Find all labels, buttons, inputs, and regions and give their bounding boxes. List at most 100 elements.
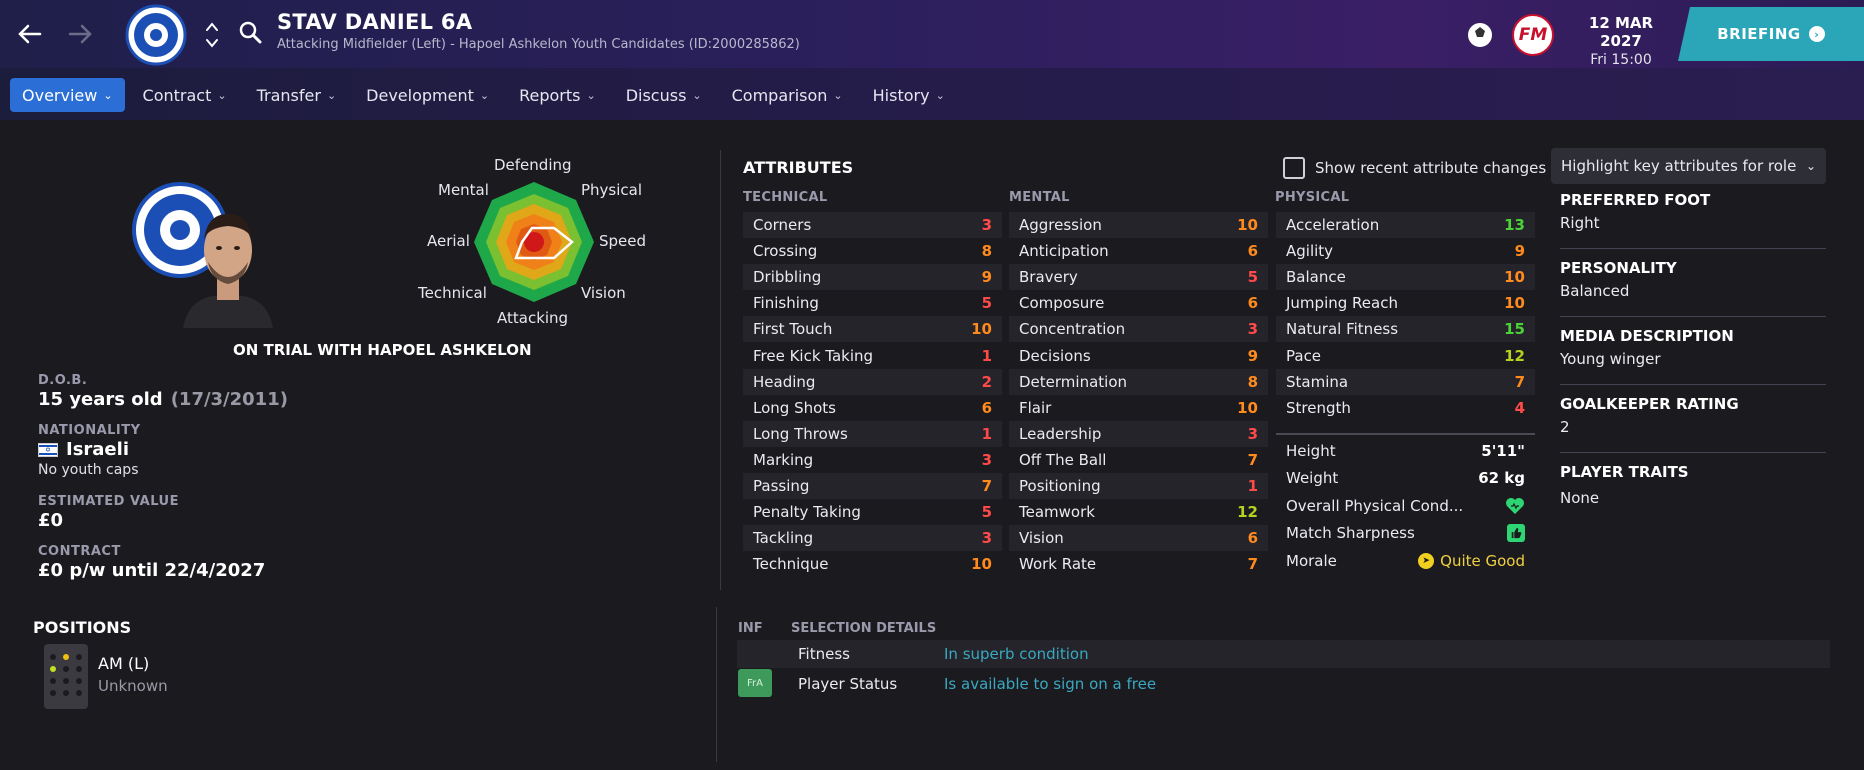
attribute-row[interactable]: Stamina 7 bbox=[1276, 368, 1535, 395]
attribute-row[interactable]: Pace 12 bbox=[1276, 342, 1535, 368]
search-icon[interactable] bbox=[238, 20, 264, 46]
attribute-value: 10 bbox=[1504, 294, 1525, 313]
attribute-name: Decisions bbox=[1019, 346, 1091, 365]
football-icon[interactable] bbox=[1466, 21, 1494, 49]
position-familiarity: Unknown bbox=[98, 677, 168, 695]
attribute-row[interactable]: Off The Ball 7 bbox=[1009, 447, 1268, 473]
attribute-row[interactable]: Corners 3 bbox=[743, 212, 1002, 239]
attribute-value: 9 bbox=[981, 268, 992, 287]
attribute-name: Determination bbox=[1019, 372, 1128, 391]
attribute-row[interactable]: Vision 6 bbox=[1009, 525, 1268, 552]
attribute-value: 1 bbox=[1247, 476, 1258, 495]
condition-row[interactable]: Overall Physical Cond... bbox=[1276, 492, 1535, 520]
attribute-row[interactable]: Long Shots 6 bbox=[743, 395, 1002, 421]
attribute-value: 6 bbox=[981, 398, 992, 417]
attribute-row[interactable]: Natural Fitness 15 bbox=[1276, 316, 1535, 343]
attribute-row[interactable]: Tackling 3 bbox=[743, 525, 1002, 552]
attribute-name: Free Kick Taking bbox=[753, 346, 874, 365]
attribute-row[interactable]: Teamwork 12 bbox=[1009, 499, 1268, 525]
checkbox[interactable] bbox=[1283, 157, 1305, 179]
attribute-row[interactable]: Aggression 10 bbox=[1009, 212, 1268, 239]
fm-logo[interactable]: FM bbox=[1512, 14, 1554, 56]
attribute-row[interactable]: Acceleration 13 bbox=[1276, 212, 1535, 239]
attribute-row[interactable]: Long Throws 1 bbox=[743, 420, 1002, 447]
attribute-name: Crossing bbox=[753, 242, 818, 261]
attribute-row[interactable]: Dribbling 9 bbox=[743, 264, 1002, 291]
attribute-row[interactable]: Balance 10 bbox=[1276, 264, 1535, 291]
player-traits: PLAYER TRAITS None bbox=[1560, 463, 1826, 507]
attribute-value: 10 bbox=[1237, 216, 1258, 235]
fitness-value[interactable]: In superb condition bbox=[944, 645, 1089, 663]
attribute-row[interactable]: Work Rate 7 bbox=[1009, 551, 1268, 577]
show-changes-toggle[interactable]: Show recent attribute changes bbox=[1283, 157, 1546, 179]
divider bbox=[1560, 316, 1826, 317]
attribute-row[interactable]: Technique 10 bbox=[743, 551, 1002, 577]
player-traits-value: None bbox=[1560, 489, 1600, 507]
attribute-row[interactable]: Jumping Reach 10 bbox=[1276, 290, 1535, 316]
attribute-row[interactable]: Strength 4 bbox=[1276, 395, 1535, 421]
tab-comparison[interactable]: Comparison ⌄ bbox=[720, 78, 855, 112]
chevron-down-icon: ⌄ bbox=[103, 88, 113, 102]
mental-header: MENTAL bbox=[1009, 190, 1070, 205]
nationality-value: Israeli bbox=[66, 439, 129, 460]
game-date[interactable]: 12 MAR 2027 Fri 15:00 bbox=[1566, 0, 1676, 68]
radar-label-vision: Vision bbox=[581, 284, 626, 302]
attribute-name: Heading bbox=[753, 372, 816, 391]
tab-development[interactable]: Development ⌄ bbox=[354, 78, 501, 112]
attribute-row[interactable]: Free Kick Taking 1 bbox=[743, 342, 1002, 368]
forward-arrow-icon[interactable] bbox=[64, 18, 96, 50]
attribute-row[interactable]: First Touch 10 bbox=[743, 316, 1002, 343]
dob-value: (17/3/2011) bbox=[170, 389, 288, 410]
tab-overview[interactable]: Overview ⌄ bbox=[10, 78, 125, 112]
attribute-value: 15 bbox=[1504, 320, 1525, 339]
attribute-name: Long Shots bbox=[753, 398, 836, 417]
attribute-row[interactable]: Penalty Taking 5 bbox=[743, 499, 1002, 525]
attribute-value: 1 bbox=[981, 424, 992, 443]
preferred-foot: PREFERRED FOOT Right bbox=[1560, 191, 1826, 232]
free-agent-badge: FrA bbox=[738, 669, 772, 697]
attribute-row[interactable]: Concentration 3 bbox=[1009, 316, 1268, 343]
attribute-row[interactable]: Heading 2 bbox=[743, 368, 1002, 395]
briefing-button[interactable]: BRIEFING › bbox=[1678, 7, 1864, 61]
attribute-name: Agility bbox=[1286, 242, 1334, 261]
attribute-value: 10 bbox=[971, 555, 992, 574]
attribute-name: Tackling bbox=[753, 529, 814, 548]
attribute-row[interactable]: Decisions 9 bbox=[1009, 342, 1268, 368]
sharpness-row[interactable]: Match Sharpness bbox=[1276, 520, 1535, 548]
attribute-row[interactable]: Determination 8 bbox=[1009, 368, 1268, 395]
player-status-value[interactable]: Is available to sign on a free bbox=[944, 675, 1156, 693]
thumbs-up-icon bbox=[1507, 524, 1525, 543]
attribute-row[interactable]: Flair 10 bbox=[1009, 395, 1268, 421]
tab-discuss[interactable]: Discuss ⌄ bbox=[614, 78, 714, 112]
chevron-down-icon: ⌄ bbox=[217, 88, 227, 102]
attribute-name: Concentration bbox=[1019, 320, 1126, 339]
club-crest-icon[interactable] bbox=[125, 4, 187, 66]
date-text: 12 MAR 2027 bbox=[1588, 14, 1654, 50]
attribute-row[interactable]: Positioning 1 bbox=[1009, 472, 1268, 500]
morale-row[interactable]: Morale ➤ Quite Good bbox=[1276, 547, 1535, 575]
attribute-row[interactable]: Composure 6 bbox=[1009, 290, 1268, 316]
highlight-role-dropdown[interactable]: Highlight key attributes for role ⌄ bbox=[1551, 148, 1826, 184]
header-bar: STAV DANIEL 6A Attacking Midfielder (Lef… bbox=[0, 0, 1864, 68]
tab-contract[interactable]: Contract ⌄ bbox=[131, 78, 239, 112]
tab-reports[interactable]: Reports ⌄ bbox=[507, 78, 608, 112]
attribute-row[interactable]: Leadership 3 bbox=[1009, 420, 1268, 447]
tab-transfer[interactable]: Transfer ⌄ bbox=[245, 78, 349, 112]
radar-label-aerial: Aerial bbox=[427, 232, 470, 250]
attribute-row[interactable]: Passing 7 bbox=[743, 472, 1002, 500]
attribute-row[interactable]: Bravery 5 bbox=[1009, 264, 1268, 291]
nationality-block: NATIONALITY ✡ Israeli No youth caps bbox=[38, 423, 141, 478]
attribute-row[interactable]: Anticipation 6 bbox=[1009, 238, 1268, 264]
attribute-row[interactable]: Agility 9 bbox=[1276, 238, 1535, 264]
tab-history[interactable]: History ⌄ bbox=[861, 78, 957, 112]
back-arrow-icon[interactable] bbox=[14, 18, 46, 50]
morale-arrow-icon: ➤ bbox=[1418, 552, 1435, 569]
attribute-row[interactable]: Crossing 8 bbox=[743, 238, 1002, 264]
player-switch-icon[interactable] bbox=[203, 18, 221, 52]
attribute-row[interactable]: Finishing 5 bbox=[743, 290, 1002, 316]
divider bbox=[720, 150, 721, 590]
attribute-name: Marking bbox=[753, 450, 814, 469]
attribute-row[interactable]: Marking 3 bbox=[743, 447, 1002, 473]
attribute-name: Technique bbox=[753, 555, 829, 574]
arrow-right-circle-icon: › bbox=[1808, 26, 1825, 42]
